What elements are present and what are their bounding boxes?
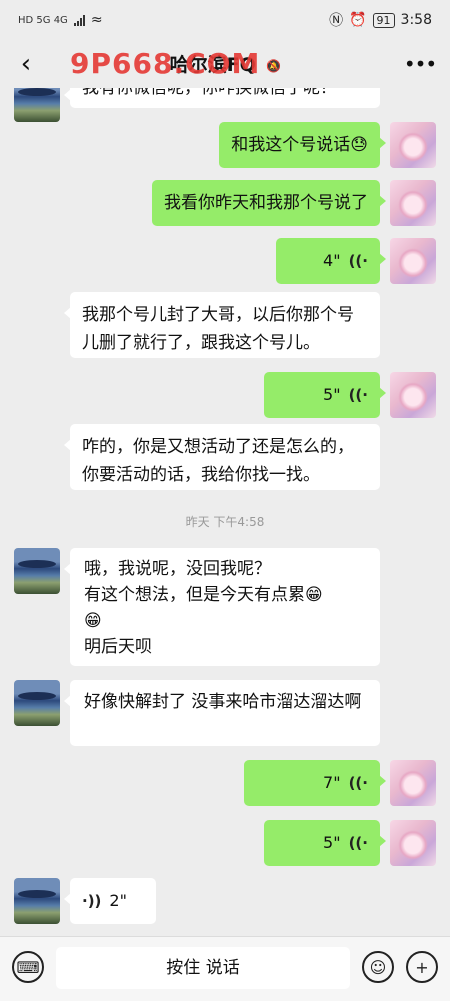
- status-left: HD 5G 4G ≈: [18, 12, 103, 28]
- my-avatar[interactable]: [390, 760, 436, 806]
- voice-message[interactable]: 7" ((·: [244, 760, 386, 806]
- voice-duration: 5": [323, 385, 341, 404]
- alarm-icon: ⏰: [349, 12, 367, 28]
- more-options-icon[interactable]: •••: [404, 50, 437, 78]
- message-list[interactable]: 我有你微信呢，你咋换微信了呢？ 和我这个号说话😓 我看你昨天和我那个号说了 4"…: [0, 88, 450, 936]
- voice-duration: 4": [323, 251, 341, 270]
- voice-wave-icon: ((·: [348, 834, 368, 852]
- message-line: 哦，我说呢，没回我呢？: [84, 559, 271, 579]
- message-row: 5" ((·: [0, 820, 450, 870]
- battery-indicator: 91: [372, 12, 395, 28]
- voice-wave-icon: ((·: [348, 252, 368, 270]
- voice-duration: 7": [323, 773, 341, 792]
- voice-wave-icon: ((·: [348, 774, 368, 792]
- message-text: 我看你昨天和我那个号说了: [164, 193, 368, 213]
- message-line: 明后天呗: [84, 637, 152, 657]
- keyboard-icon[interactable]: ⌨: [12, 951, 44, 983]
- message-row: 和我这个号说话😓: [0, 122, 450, 172]
- message-row: 我那个号儿封了大哥，以后你那个号儿删了就行了，跟我这个号儿。: [0, 292, 450, 362]
- message-line: 有这个想法，但是今天有点累😁: [84, 585, 323, 605]
- message-row: 7" ((·: [0, 760, 450, 810]
- network-label: HD 5G 4G: [18, 14, 68, 26]
- message-bubble[interactable]: 我有你微信呢，你咋换微信了呢？: [64, 88, 380, 108]
- voice-wave-icon: ·)): [82, 892, 102, 910]
- my-avatar[interactable]: [390, 372, 436, 418]
- status-bar: HD 5G 4G ≈ Ⓝ ⏰ 91 3:58: [0, 0, 450, 40]
- message-row: 4" ((·: [0, 238, 450, 288]
- message-text: 我那个号儿封了大哥，以后你那个号儿删了就行了，跟我这个号儿。: [82, 305, 354, 353]
- mute-icon: 🔕: [266, 58, 282, 73]
- emoji-icon[interactable]: ☺: [362, 951, 394, 983]
- message-bubble[interactable]: 我看你昨天和我那个号说了: [152, 180, 386, 226]
- message-bubble[interactable]: 我那个号儿封了大哥，以后你那个号儿删了就行了，跟我这个号儿。: [64, 292, 380, 358]
- plus-icon[interactable]: +: [406, 951, 438, 983]
- message-row: 好像快解封了 没事来哈市溜达溜达啊: [0, 680, 450, 750]
- hold-to-talk-button[interactable]: 按住 说话: [56, 947, 350, 989]
- voice-message[interactable]: 5" ((·: [264, 372, 386, 418]
- contact-avatar[interactable]: [14, 548, 60, 594]
- message-row: 我看你昨天和我那个号说了: [0, 180, 450, 230]
- nfc-icon: Ⓝ: [329, 13, 344, 29]
- message-row: ·)) 2": [0, 878, 450, 928]
- message-row: 5" ((·: [0, 372, 450, 422]
- message-line: 😁: [84, 611, 102, 631]
- my-avatar[interactable]: [390, 238, 436, 284]
- message-text: 咋的，你是又想活动了还是怎么的，你要活动的话，我给你找一找。: [82, 437, 354, 485]
- message-bubble[interactable]: 咋的，你是又想活动了还是怎么的，你要活动的话，我给你找一找。: [64, 424, 380, 490]
- message-text: 我有你微信呢，你咋换微信了呢？: [82, 88, 337, 98]
- message-bubble[interactable]: 哦，我说呢，没回我呢？ 有这个想法，但是今天有点累😁 😁 明后天呗: [64, 548, 380, 666]
- voice-message[interactable]: ·)) 2": [64, 878, 156, 924]
- contact-avatar[interactable]: [14, 878, 60, 924]
- contact-avatar[interactable]: [14, 680, 60, 726]
- voice-duration: 2": [109, 891, 127, 910]
- timestamp: 昨天 下午4:58: [185, 515, 265, 529]
- contact-avatar[interactable]: [14, 88, 60, 122]
- message-text: 和我这个号说话😓: [231, 135, 368, 155]
- voice-duration: 5": [323, 833, 341, 852]
- message-row: 我有你微信呢，你咋换微信了呢？: [0, 88, 450, 122]
- status-right: Ⓝ ⏰ 91 3:58: [329, 10, 432, 30]
- wifi-icon: ≈: [90, 12, 103, 28]
- message-bubble[interactable]: 和我这个号说话😓: [219, 122, 386, 168]
- clock: 3:58: [400, 12, 432, 28]
- watermark: 9P668.COM: [70, 47, 261, 80]
- voice-message[interactable]: 4" ((·: [276, 238, 386, 284]
- message-bubble[interactable]: 好像快解封了 没事来哈市溜达溜达啊: [64, 680, 380, 746]
- my-avatar[interactable]: [390, 122, 436, 168]
- signal-icon: [73, 14, 85, 26]
- message-text: 好像快解封了 没事来哈市溜达溜达啊: [84, 692, 362, 712]
- message-row: 哦，我说呢，没回我呢？ 有这个想法，但是今天有点累😁 😁 明后天呗: [0, 548, 450, 668]
- input-bar: ⌨ 按住 说话 ☺ +: [0, 936, 450, 1001]
- voice-wave-icon: ((·: [348, 386, 368, 404]
- my-avatar[interactable]: [390, 180, 436, 226]
- message-row: 咋的，你是又想活动了还是怎么的，你要活动的话，我给你找一找。: [0, 424, 450, 494]
- voice-message[interactable]: 5" ((·: [264, 820, 386, 866]
- my-avatar[interactable]: [390, 820, 436, 866]
